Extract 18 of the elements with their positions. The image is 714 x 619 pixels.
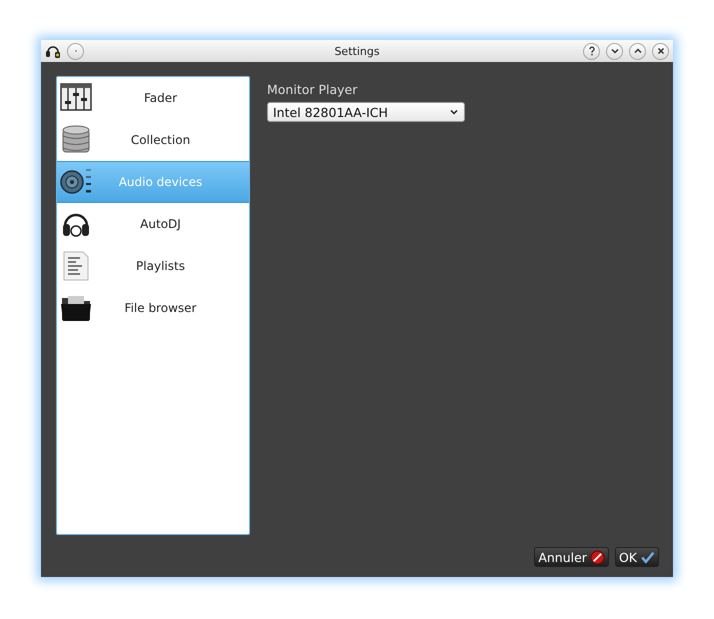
window-title: Settings [334, 44, 380, 58]
sidebar-item[interactable]: File browser [57, 287, 249, 329]
field-label: Monitor Player [267, 82, 358, 97]
sidebar-item[interactable]: AutoDJ [57, 203, 249, 245]
no-entry-icon [590, 550, 605, 564]
sidebar-item[interactable]: Collection [57, 119, 249, 161]
close-button[interactable] [652, 42, 669, 60]
help-button[interactable] [583, 42, 600, 60]
device-dropdown[interactable]: Intel 82801AA-ICH [267, 102, 465, 122]
maximize-button[interactable] [629, 42, 646, 60]
cancel-button[interactable]: Annuler [534, 547, 609, 567]
sidebar-item[interactable]: Fader [57, 77, 249, 119]
minimize-button[interactable] [606, 42, 623, 60]
caret-icon [449, 107, 459, 117]
sidebar-item[interactable]: Playlists [57, 245, 249, 287]
fader-icon [60, 82, 92, 114]
checkmark-icon [640, 550, 655, 564]
ok-button[interactable]: OK [614, 547, 659, 567]
